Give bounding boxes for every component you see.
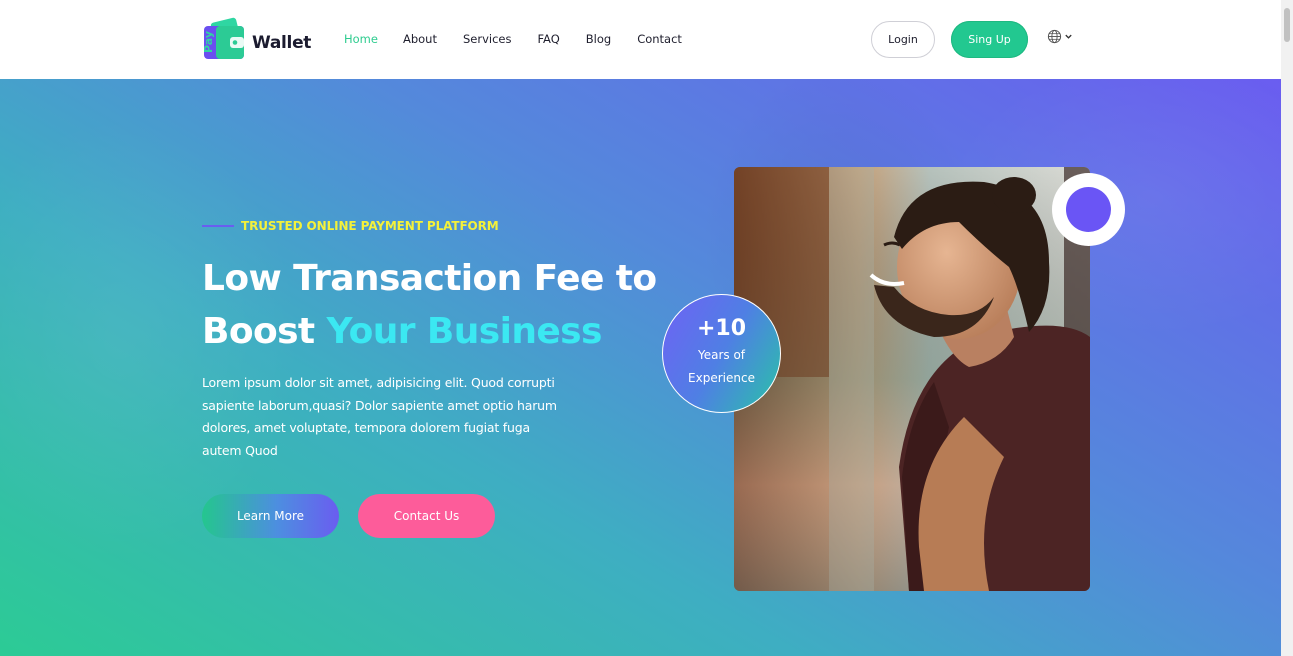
language-selector[interactable] bbox=[1047, 28, 1077, 44]
scrollbar-thumb[interactable] bbox=[1284, 8, 1290, 42]
contact-us-button[interactable]: Contact Us bbox=[358, 494, 495, 538]
brand-logo[interactable]: Pay Wallet bbox=[202, 17, 312, 63]
main-nav: Home About Services FAQ Blog Contact bbox=[344, 32, 682, 46]
nav-contact[interactable]: Contact bbox=[637, 32, 682, 46]
nav-about[interactable]: About bbox=[403, 32, 437, 46]
site-header: Pay Wallet Home About Services FAQ Blog … bbox=[0, 0, 1281, 79]
nav-faq[interactable]: FAQ bbox=[537, 32, 559, 46]
learn-more-button[interactable]: Learn More bbox=[202, 494, 339, 538]
headline-accent: Your Business bbox=[326, 311, 602, 352]
eyebrow-text: TRUSTED ONLINE PAYMENT PLATFORM bbox=[241, 219, 499, 233]
experience-badge: +10 Years of Experience bbox=[662, 294, 781, 413]
globe-icon bbox=[1047, 29, 1062, 43]
signup-button[interactable]: Sing Up bbox=[951, 21, 1028, 58]
login-button[interactable]: Login bbox=[871, 21, 935, 58]
experience-years: +10 bbox=[696, 316, 747, 341]
headline-line-1: Low Transaction Fee to bbox=[202, 258, 657, 299]
logo-text: Wallet bbox=[252, 33, 312, 53]
decorative-ring bbox=[1052, 173, 1125, 246]
hero-section: TRUSTED ONLINE PAYMENT PLATFORM Low Tran… bbox=[0, 79, 1281, 656]
hero-description: Lorem ipsum dolor sit amet, adipisicing … bbox=[202, 375, 557, 458]
headline-line-2: Boost bbox=[202, 311, 327, 352]
wallet-logo-icon: Pay bbox=[202, 17, 244, 59]
chevron-down-icon bbox=[1065, 34, 1072, 39]
nav-blog[interactable]: Blog bbox=[586, 32, 611, 46]
eyebrow-divider bbox=[202, 225, 234, 227]
experience-label-2: Experience bbox=[688, 371, 755, 385]
experience-label-1: Years of bbox=[697, 348, 746, 362]
hero-eyebrow: TRUSTED ONLINE PAYMENT PLATFORM bbox=[202, 219, 499, 233]
nav-home[interactable]: Home bbox=[344, 32, 378, 46]
decorative-dot bbox=[1066, 187, 1111, 232]
hero-headline: Low Transaction Fee to Boost Your Busine… bbox=[202, 252, 682, 358]
page-scrollbar[interactable] bbox=[1281, 0, 1293, 656]
svg-text:Pay: Pay bbox=[202, 31, 215, 53]
nav-services[interactable]: Services bbox=[463, 32, 512, 46]
hero-photo bbox=[734, 167, 1090, 591]
